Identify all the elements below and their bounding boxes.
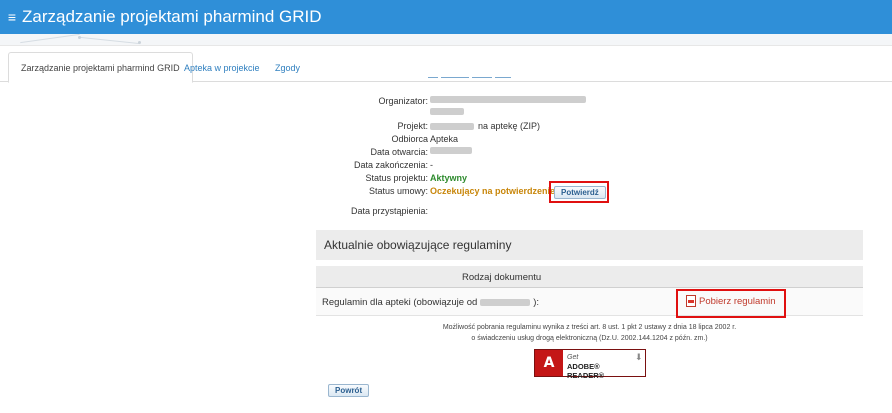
tab-project-management[interactable]: Zarządzanie projektami pharmind GRID [8,52,193,83]
tab-label: Zgody [275,62,301,73]
back-button[interactable]: Powrót [328,384,370,397]
regulation-document-name: Regulamin dla apteki (obowiązuje od ): [322,297,539,308]
project-label: Projekt: [397,121,428,131]
contract-status-value: Oczekujący na potwierdzenie [430,186,556,196]
join-date-label: Data przystąpienia: [350,206,428,216]
tab-consents[interactable]: Zgody [263,52,312,83]
download-link-label: Pobierz regulamin [699,295,776,307]
recipient-label: Odbiorca [391,134,428,144]
regulation-name-prefix: Regulamin dla apteki (obowiązuje od [322,297,478,308]
close-date-value: - [430,160,433,170]
app-title: Zarządzanie projektami pharmind GRID [22,7,322,26]
legal-note: Możliwość pobrania regulaminu wynika z t… [316,322,863,344]
organizer-value [430,96,586,103]
legal-note-line1: Możliwość pobrania regulaminu wynika z t… [442,324,737,331]
regulations-section-title: Aktualnie obowiązujące regulaminy [316,230,863,260]
regulations-table-header: Rodzaj dokumentu [316,266,863,288]
regulation-name-suffix: ): [533,297,540,308]
decorative-band [0,33,892,46]
legal-note-line2: o świadczeniu usług drogą elektroniczną … [471,335,708,342]
recipient-value: Apteka [430,134,459,144]
adobe-get-label: Get [567,354,579,361]
contract-status-label: Status umowy: [368,186,428,196]
tab-label: Zarządzanie projektami pharmind GRID [21,62,180,73]
close-date-label: Data zakończenia: [353,160,428,170]
project-status-value: Aktywny [430,173,468,183]
scrolled-row-fragment [428,72,528,78]
open-date-label: Data otwarcia: [370,147,428,157]
tab-pharmacy-in-project[interactable]: Apteka w projekcie [172,52,272,83]
hamburger-icon[interactable]: ≡ [0,0,20,34]
organizer-value-line2 [430,108,464,115]
column-header-document-type: Rodzaj dokumentu [462,272,542,283]
app-header: ≡ Zarządzanie projektami pharmind GRID [0,0,892,34]
adobe-logo-icon: A [535,350,563,376]
get-adobe-reader-badge[interactable]: A Get ADOBE® READER® ⬇ [534,349,646,380]
open-date-value [430,147,472,154]
tab-label: Apteka w projekcie [184,62,260,73]
download-regulation-link[interactable]: Pobierz regulamin [686,295,776,307]
pdf-icon [686,295,696,307]
organizer-label: Organizator: [378,96,428,106]
download-arrow-icon: ⬇ [635,352,643,362]
project-status-label: Status projektu: [365,173,428,183]
adobe-reader-label: ADOBE® READER® [567,362,605,380]
project-value-text: na aptekę (ZIP) [478,121,541,131]
project-value: na aptekę (ZIP) [430,121,540,131]
confirm-button[interactable]: Potwierdź [554,186,606,199]
adobe-badge-text: Get ADOBE® READER® [563,350,635,380]
